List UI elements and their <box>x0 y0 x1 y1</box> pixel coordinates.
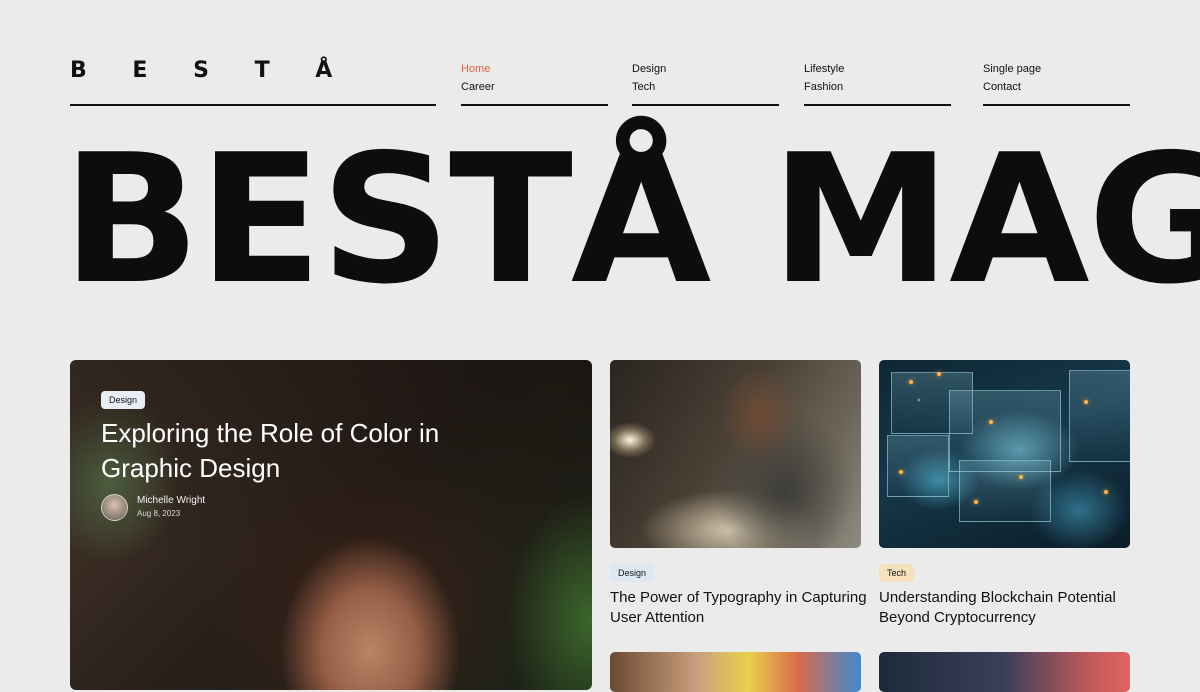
hero-title: BESTÅ MAG <box>62 116 1200 323</box>
nav-column-3: Lifestyle Fashion <box>804 60 951 106</box>
article-image-blockchain[interactable] <box>879 360 1130 548</box>
nav-link-tech[interactable]: Tech <box>632 78 779 96</box>
nav-divider <box>804 104 951 106</box>
logo-divider <box>70 104 436 106</box>
nav-link-single-page[interactable]: Single page <box>983 60 1130 78</box>
nav-column-2: Design Tech <box>632 60 779 106</box>
featured-article-card[interactable]: Design Exploring the Role of Color in Gr… <box>70 360 592 690</box>
article-image-partial[interactable] <box>879 652 1130 692</box>
author-name[interactable]: Michelle Wright <box>137 495 205 506</box>
glass-cube <box>887 435 949 497</box>
nav-link-home[interactable]: Home <box>461 60 608 78</box>
light-dot <box>974 500 978 504</box>
light-dot <box>909 380 913 384</box>
nav-link-lifestyle[interactable]: Lifestyle <box>804 60 951 78</box>
article-title[interactable]: The Power of Typography in Capturing Use… <box>610 588 870 628</box>
nav-column-1: Home Career <box>461 60 608 106</box>
nav-column-4: Single page Contact <box>983 60 1130 106</box>
light-dot <box>1084 400 1088 404</box>
nav-divider <box>983 104 1130 106</box>
article-image-typography[interactable] <box>610 360 861 548</box>
article-category-tag[interactable]: Tech <box>879 564 915 582</box>
article-image-partial[interactable] <box>610 652 861 692</box>
nav-link-fashion[interactable]: Fashion <box>804 78 951 96</box>
nav-divider <box>461 104 608 106</box>
featured-image-overlay <box>70 360 592 690</box>
nav-link-career[interactable]: Career <box>461 78 608 96</box>
featured-category-tag[interactable]: Design <box>101 391 146 409</box>
article-title[interactable]: Understanding Blockchain Potential Beyon… <box>879 588 1139 628</box>
light-dot <box>1104 490 1108 494</box>
nav-link-design[interactable]: Design <box>632 60 779 78</box>
glass-cube <box>1069 370 1130 462</box>
light-dot <box>1019 475 1023 479</box>
article-category-tag[interactable]: Design <box>610 564 655 582</box>
publish-date: Aug 8, 2023 <box>137 509 181 518</box>
site-logo[interactable]: B E S T Å <box>70 58 351 83</box>
light-dot <box>989 420 993 424</box>
nav-divider <box>632 104 779 106</box>
light-dot <box>937 372 941 376</box>
featured-article-title[interactable]: Exploring the Role of Color in Graphic D… <box>101 416 461 486</box>
nav-link-contact[interactable]: Contact <box>983 78 1130 96</box>
glass-cube <box>959 460 1051 522</box>
author-avatar <box>101 494 128 521</box>
light-dot <box>899 470 903 474</box>
